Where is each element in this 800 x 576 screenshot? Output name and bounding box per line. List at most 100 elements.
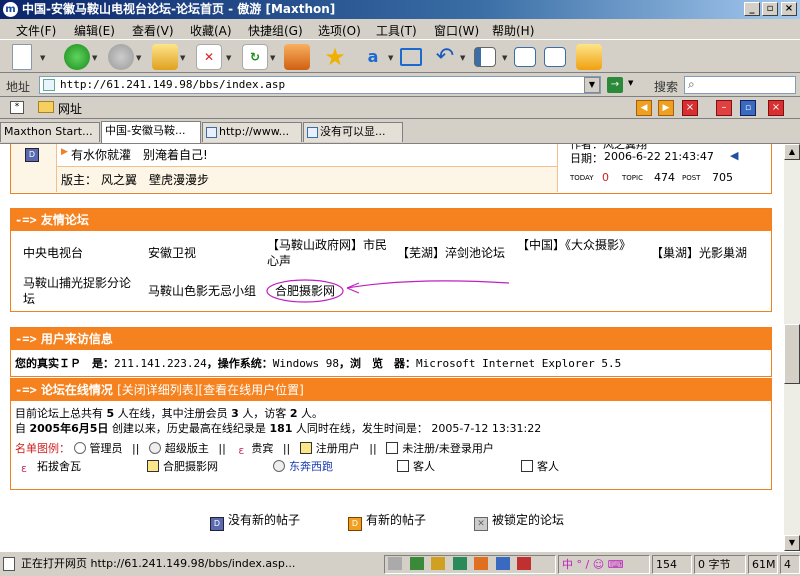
menu-options[interactable]: 选项(O) (318, 22, 361, 39)
tab-forum-home[interactable]: 中国-安徽马鞍... (101, 121, 201, 143)
menu-help[interactable]: 帮助(H) (492, 22, 534, 39)
tab-maxthon-start[interactable]: Maxthon Start... (0, 122, 100, 142)
edit-icon[interactable] (544, 47, 566, 67)
share-icon[interactable] (431, 557, 445, 570)
undo-icon[interactable]: ↶ (432, 44, 458, 70)
home-icon[interactable] (284, 44, 310, 70)
friend-link[interactable]: 马鞍山色影无忌小组 (148, 283, 256, 299)
status-bytes: 0 字节 (694, 555, 746, 574)
favorites-folder-label[interactable]: 网址 (58, 100, 82, 117)
menu-view[interactable]: 查看(V) (132, 22, 174, 39)
ad-block-icon[interactable] (517, 557, 531, 570)
online-user[interactable]: 东奔西跑 (273, 458, 333, 474)
chevron-down-icon[interactable]: ▼ (180, 54, 185, 62)
proxy-icon[interactable] (452, 557, 467, 570)
status-bar: 正在打开网页 http://61.241.149.98/bbs/index.as… (0, 551, 800, 576)
scroll-up-button[interactable]: ▲ (784, 144, 800, 160)
menu-edit[interactable]: 编辑(E) (74, 22, 115, 39)
chevron-down-icon[interactable]: ▼ (226, 54, 231, 62)
legend-registered: 注册用户 (315, 442, 360, 455)
friend-link[interactable]: 安徽卫视 (148, 245, 196, 261)
stop-icon[interactable]: ✕ (196, 44, 222, 70)
columns-icon[interactable] (474, 47, 496, 67)
footer-legend: D 没有新的帖子 (210, 511, 300, 531)
chevron-down-icon[interactable]: ▼ (502, 54, 507, 62)
chevron-down-icon[interactable]: ▼ (628, 79, 633, 87)
minimize-button[interactable]: _ (744, 2, 760, 16)
chevron-down-icon[interactable]: ▼ (270, 54, 275, 62)
next-tab-button[interactable]: ▶ (658, 100, 674, 116)
favorites-star-icon[interactable]: ★ (322, 44, 348, 70)
status-text: 正在打开网页 http://61.241.149.98/bbs/index.as… (21, 557, 296, 570)
close-tab-button[interactable]: × (682, 100, 698, 116)
status-memory: 61M (748, 555, 778, 574)
menu-window[interactable]: 窗口(W) (434, 22, 479, 39)
close-all-button[interactable]: × (768, 100, 784, 116)
friend-link[interactable]: 中央电视台 (23, 245, 83, 261)
friend-link[interactable]: 【芜湖】淬剑池论坛 (397, 245, 505, 261)
chevron-down-icon[interactable]: ▼ (40, 54, 45, 62)
download-icon[interactable] (409, 557, 424, 570)
online-user[interactable]: 合肥摄影网 (147, 458, 218, 474)
forward-icon[interactable] (108, 44, 134, 70)
menu-file[interactable]: 文件(F) (16, 22, 56, 39)
prev-tab-button[interactable]: ◀ (636, 100, 652, 116)
friend-link[interactable]: 【巢湖】光影巢湖 (651, 245, 747, 261)
post-label: POST (682, 174, 701, 182)
add-favorite-icon[interactable]: * (10, 101, 24, 114)
forum-description[interactable]: 有水你就灌 别淹着自己! (71, 146, 208, 163)
online-text: 自 (15, 422, 26, 435)
friend-link[interactable]: 【马鞍山政府网】市民心声 (267, 237, 387, 269)
goto-last-post-icon[interactable]: ◀ (730, 149, 738, 162)
minimize-tab-button[interactable]: – (716, 100, 732, 116)
friend-link[interactable]: 马鞍山捕光捉影分论坛 (23, 275, 135, 307)
flash-icon[interactable] (474, 557, 488, 570)
close-button[interactable]: × (781, 2, 797, 16)
forum-row: D ▶ 有水你就灌 别淹着自己! 版主： 风之翼 壁虎漫漫步 作者：风之翼翔 日… (10, 144, 772, 194)
address-dropdown-button[interactable]: ▼ (584, 77, 600, 93)
friend-link[interactable]: 【中国】《大众摄影》 (517, 237, 639, 253)
header-arrow: -=> (15, 332, 37, 346)
translate-icon[interactable]: a (360, 44, 386, 70)
back-icon[interactable] (64, 44, 90, 70)
list-icon[interactable] (514, 47, 536, 67)
window-icon[interactable] (400, 48, 422, 66)
popup-icon[interactable] (495, 557, 510, 570)
moderator-list[interactable]: 风之翼 壁虎漫漫步 (101, 171, 209, 188)
online-user[interactable]: 客人 (397, 458, 435, 474)
menu-groups[interactable]: 快捷组(G) (248, 22, 303, 39)
refresh-icon[interactable]: ↻ (242, 44, 268, 70)
chevron-down-icon[interactable]: ▼ (136, 54, 141, 62)
chevron-down-icon[interactable]: ▼ (92, 54, 97, 62)
online-text: 人。 (300, 407, 323, 420)
legend-guest: 未注册/未登录用户 (402, 442, 494, 455)
tab-cannot-display[interactable]: 没有可以显... (303, 122, 403, 142)
chevron-down-icon[interactable]: ▼ (388, 54, 393, 62)
online-user[interactable]: 客人 (521, 458, 559, 474)
plugin-icon[interactable] (576, 44, 602, 70)
menu-tools[interactable]: 工具(T) (376, 22, 417, 39)
legend-line: 名单图例： 管理员 || 超级版主 || ε 贵宾 || 注册用户 || 未注册/… (15, 440, 494, 457)
online-text: 人同时在线，发生时间是： (295, 422, 428, 435)
scroll-thumb[interactable] (784, 324, 800, 384)
maximize-button[interactable]: ▫ (762, 2, 778, 16)
go-button[interactable]: → (607, 77, 623, 93)
menu-favorites[interactable]: 收藏(A) (190, 22, 232, 39)
ime-indicator[interactable]: 中 ° / ☺ ⌨ (558, 555, 650, 574)
online-user[interactable]: ε 拓拔舍瓦 (21, 458, 81, 475)
new-page-icon[interactable] (12, 44, 32, 70)
online-text: 创建以来，历史最高在线纪录是 (111, 422, 266, 435)
legend-label: 名单图例： (15, 442, 70, 455)
chevron-down-icon[interactable]: ▼ (460, 54, 465, 62)
search-input[interactable]: ⌕ (684, 76, 796, 94)
up-folder-icon[interactable] (152, 44, 178, 70)
os-label: ，操作系统： (206, 357, 273, 370)
scroll-down-button[interactable]: ▼ (784, 535, 800, 551)
restore-tab-button[interactable]: ▫ (740, 100, 756, 116)
trash-icon[interactable] (388, 557, 402, 570)
vertical-scrollbar[interactable]: ▲ ▼ (784, 144, 800, 551)
address-input[interactable]: http://61.241.149.98/bbs/index.asp (39, 76, 601, 94)
tab-blank[interactable]: http://www... (202, 122, 302, 142)
friend-forums-panel: -=> 友情论坛 中央电视台 安徽卫视 【马鞍山政府网】市民心声 【芜湖】淬剑池… (10, 208, 772, 312)
online-list-links[interactable]: [关闭详细列表][查看在线用户位置] (117, 383, 304, 397)
